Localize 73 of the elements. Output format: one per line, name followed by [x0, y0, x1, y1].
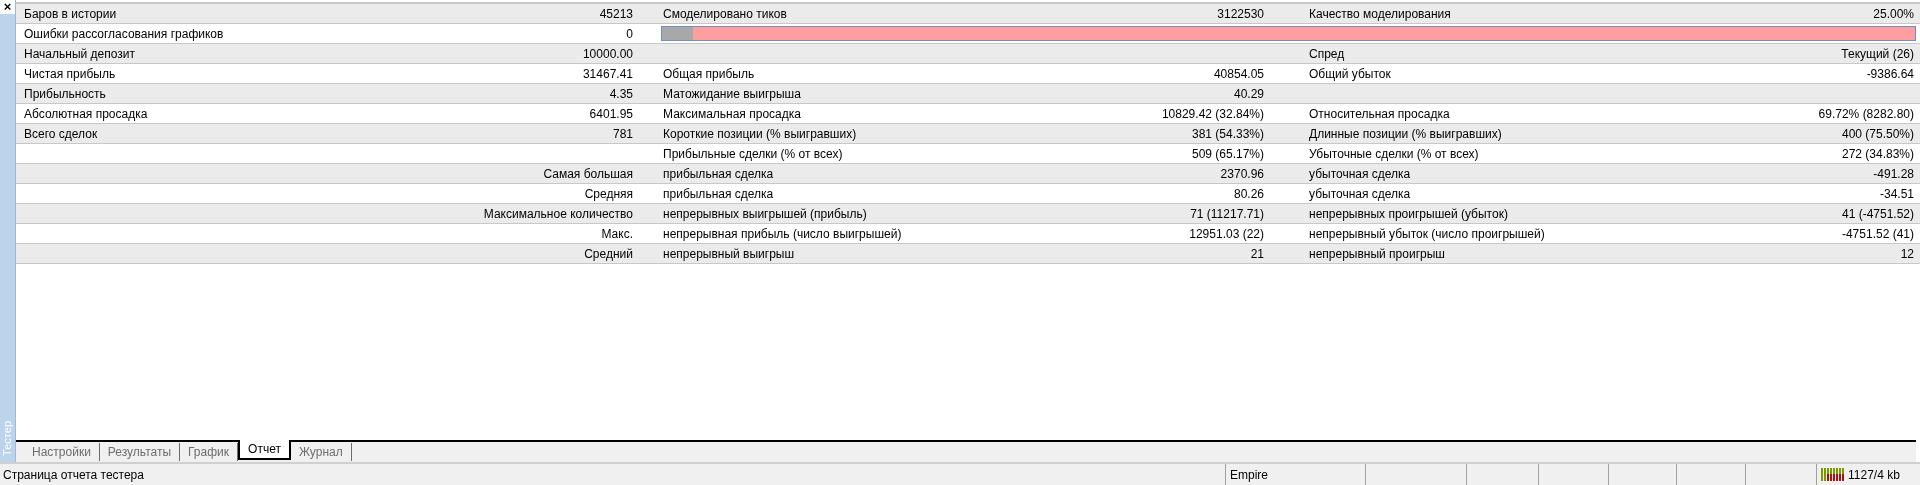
profile-name: Empire	[1230, 466, 1268, 484]
stat-value: 12	[1900, 246, 1914, 261]
stat-label: Матожидание выигрыша	[663, 86, 801, 101]
stat-label: Ошибки рассогласования графиков	[24, 26, 224, 41]
stat-label: Смоделировано тиков	[663, 6, 787, 21]
stat-value: 69.72% (8282.80)	[1818, 106, 1914, 121]
stat-value: 781	[612, 126, 633, 141]
stat-value: 71 (11217.71)	[1190, 206, 1264, 221]
status-message: Страница отчета тестера	[2, 466, 145, 484]
stat-label: Общая прибыль	[663, 66, 755, 81]
stat-value: Текущий (26)	[1841, 46, 1914, 61]
stat-label: убыточная сделка	[1309, 166, 1411, 181]
tab[interactable]: Отчет	[238, 440, 291, 460]
stat-label: непрерывная прибыль (число выигрышей)	[663, 226, 902, 241]
stat-label: Относительная просадка	[1309, 106, 1450, 121]
stat-value: 31467.41	[582, 66, 633, 81]
stat-value: -34.51	[1879, 186, 1914, 201]
stat-value: 6401.95	[589, 106, 633, 121]
stat-value: Самая большая	[543, 166, 633, 181]
stat-label: Прибыльные сделки (% от всех)	[663, 146, 843, 161]
stat-value: -491.28	[1873, 166, 1914, 181]
stat-value: -9386.64	[1866, 66, 1914, 81]
stat-value: 4.35	[609, 86, 633, 101]
stat-label: Качество моделирования	[1309, 6, 1451, 21]
stat-label: Начальный депозит	[24, 46, 135, 61]
tab[interactable]: Настройки	[24, 443, 100, 461]
stat-value: 21	[1250, 246, 1264, 261]
stat-value: 12951.03 (22)	[1189, 226, 1264, 241]
stat-label: прибыльная сделка	[663, 186, 774, 201]
stat-value: Средний	[584, 246, 633, 261]
stat-label: прибыльная сделка	[663, 166, 774, 181]
connection-bars-icon	[1821, 468, 1845, 481]
stat-value: 45213	[599, 6, 633, 21]
stat-value: 10000.00	[582, 46, 633, 61]
stat-value: 400 (75.50%)	[1841, 126, 1914, 141]
stat-value: -4751.52 (41)	[1841, 226, 1914, 241]
tab[interactable]: Журнал	[290, 443, 352, 461]
stat-value: 41 (-4751.52)	[1841, 206, 1914, 221]
stat-label: непрерывный убыток (число проигрышей)	[1309, 226, 1545, 241]
stat-label: Спред	[1309, 46, 1345, 61]
stat-label: Баров в истории	[24, 6, 117, 21]
stat-label: Прибыльность	[24, 86, 106, 101]
stat-value: 0	[626, 26, 633, 41]
stat-label: Максимальная просадка	[663, 106, 801, 121]
stat-label: Длинные позиции (% выигравших)	[1309, 126, 1502, 141]
stat-label: Общий убыток	[1309, 66, 1391, 81]
tab[interactable]: Результаты	[99, 443, 181, 461]
stat-label: убыточная сделка	[1309, 186, 1411, 201]
stat-label: Абсолютная просадка	[24, 106, 148, 121]
stat-label: Убыточные сделки (% от всех)	[1309, 146, 1479, 161]
stat-label: Чистая прибыль	[24, 66, 116, 81]
close-icon[interactable]: ×	[0, 0, 15, 14]
stat-value: 10829.42 (32.84%)	[1161, 106, 1264, 121]
stat-value: 25.00%	[1873, 6, 1914, 21]
stat-label: Короткие позиции (% выигравших)	[663, 126, 857, 141]
stat-value: 272 (34.83%)	[1841, 146, 1914, 161]
stat-label: непрерывных выигрышей (прибыль)	[663, 206, 867, 221]
stat-value: 509 (65.17%)	[1191, 146, 1264, 161]
stat-label: Всего сделок	[24, 126, 98, 141]
stat-value: 2370.96	[1220, 166, 1264, 181]
stat-label: непрерывный выигрыш	[663, 246, 795, 261]
stat-value: 40854.05	[1213, 66, 1264, 81]
stat-value: Максимальное количество	[483, 206, 633, 221]
traffic-reading: 1127/4 kb	[1848, 466, 1900, 484]
stat-value: Макс.	[601, 226, 633, 241]
stat-value: Средняя	[584, 186, 633, 201]
stat-value: 40.29	[1233, 86, 1264, 101]
stat-value: 381 (54.33%)	[1191, 126, 1264, 141]
stat-value: 80.26	[1233, 186, 1264, 201]
stat-label: непрерывный проигрыш	[1309, 246, 1445, 261]
stat-label: непрерывных проигрышей (убыток)	[1309, 206, 1508, 221]
panel-title: Тестер	[0, 421, 15, 456]
stat-value: 3122530	[1217, 6, 1264, 21]
